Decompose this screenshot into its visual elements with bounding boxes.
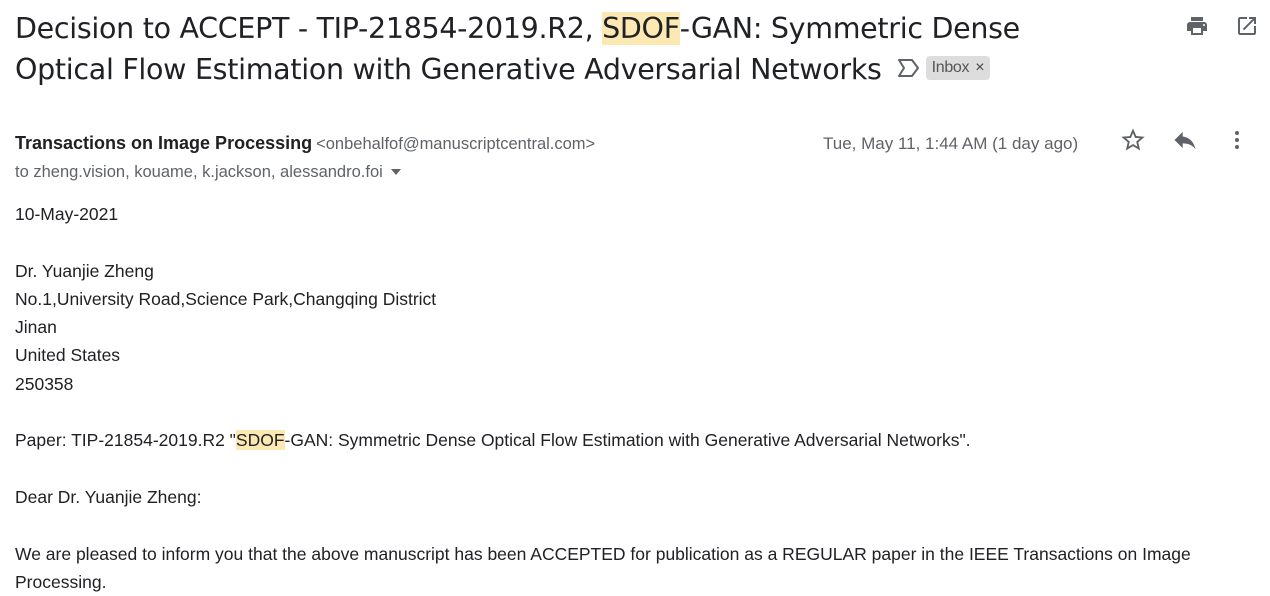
body-date: 10-May-2021 [15,204,119,224]
more-vertical-icon [1225,126,1249,159]
show-details-dropdown-icon[interactable] [390,169,401,175]
remove-label-button[interactable]: × [975,59,984,76]
printer-icon [1184,14,1210,43]
open-in-new-window-button[interactable] [1232,14,1262,42]
header-actions [1182,14,1262,42]
subject-prefix: Decision to ACCEPT - TIP-21854-2019.R2, [15,12,603,45]
paper-prefix: Paper: TIP-21854-2019.R2 " [15,430,236,451]
salutation: Dear Dr. Yuanjie Zheng: [15,486,202,507]
address-line-street: No.1,University Road,Science Park,Changq… [15,288,437,309]
reply-button[interactable] [1170,128,1200,156]
paper-suffix: -GAN: Symmetric Dense Optical Flow Estim… [284,430,971,451]
acceptance-paragraph: We are pleased to inform you that the ab… [15,543,1191,592]
address-line-postcode: 250358 [15,373,74,394]
star-icon [1119,126,1147,159]
importance-marker-icon[interactable] [896,48,920,89]
inbox-label-chip: Inbox × [925,56,991,80]
paper-highlight: SDOF [235,430,285,451]
star-button[interactable] [1118,126,1148,159]
message-body: 10-May-2021 Dr. Yuanjie Zheng No.1,Unive… [15,200,1260,596]
paper-line: Paper: TIP-21854-2019.R2 "SDOF-GAN: Symm… [15,426,1260,454]
address-line-city: Jinan [15,317,57,338]
address-line-country: United States [15,345,121,366]
message-actions [1118,126,1252,159]
reply-icon [1171,126,1199,159]
address-line-name: Dr. Yuanjie Zheng [15,260,154,281]
message-date: Tue, May 11, 1:44 AM (1 day ago) [823,134,1079,153]
more-options-button[interactable] [1222,128,1252,156]
email-subject: Decision to ACCEPT - TIP-21854-2019.R2, … [15,8,1055,92]
sender-row: Transactions on Image Processing <onbehal… [15,133,595,154]
print-button[interactable] [1182,14,1212,42]
recipients-text: to zheng.vision, kouame, k.jackson, ales… [15,163,383,181]
sender-name[interactable]: Transactions on Image Processing [15,133,312,153]
open-in-new-window-icon [1235,14,1259,43]
sender-email: <onbehalfof@manuscriptcentral.com> [316,135,596,153]
recipients-row: to zheng.vision, kouame, k.jackson, ales… [15,163,401,182]
subject-highlight: SDOF [602,12,680,45]
inbox-label-text: Inbox [931,59,970,76]
